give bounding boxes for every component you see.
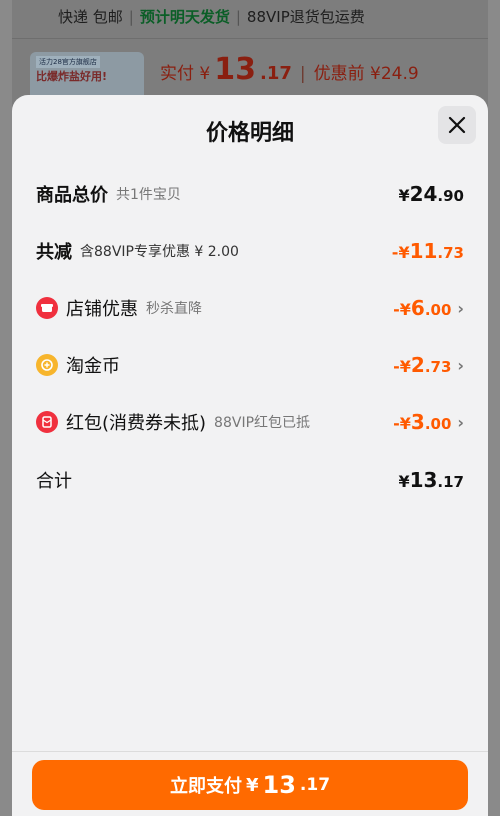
total-int: 24: [409, 182, 438, 206]
coin-icon: [36, 354, 58, 376]
reduce-int: 11: [409, 239, 438, 263]
reduce-label: 共减: [36, 242, 72, 263]
pay-label: 立即支付: [169, 776, 242, 797]
close-button[interactable]: [438, 106, 476, 144]
price-detail-sheet: 价格明细 商品总价 共1件宝贝 ¥24.90 共减 含88VIP专享优惠 ¥ 2…: [12, 95, 488, 816]
sum-int: 13: [409, 468, 438, 492]
pay-cur: ¥: [245, 774, 259, 796]
coin-int: 2: [410, 353, 425, 377]
actual-price-int: 13: [214, 52, 256, 87]
coin-cur: -¥: [393, 357, 411, 376]
sum-cur: ¥: [398, 472, 410, 491]
shipping-delivery: 预计明天发货: [139, 8, 230, 26]
reduce-value: -¥11.73: [392, 239, 464, 263]
background-divider: [12, 38, 488, 39]
total-value: ¥24.90: [398, 182, 464, 206]
bottom-divider: [12, 751, 488, 752]
sum-label: 合计: [36, 471, 72, 492]
red-envelope-sub: 88VIP红包已抵: [214, 415, 311, 431]
row-reduce: 共减 含88VIP专享优惠 ¥ 2.00 -¥11.73: [36, 236, 464, 266]
actual-price-label: 实付 ¥: [160, 64, 211, 84]
chevron-right-icon: ›: [457, 412, 464, 432]
row-total: 商品总价 共1件宝贝 ¥24.90: [36, 179, 464, 209]
row-sum: 合计 ¥13.17: [36, 465, 464, 495]
close-icon: [448, 116, 466, 134]
total-dec: .90: [437, 187, 464, 205]
shop-int: 6: [410, 296, 425, 320]
pay-now-button[interactable]: 立即支付 ¥ 13 .17: [32, 760, 468, 810]
shop-cur: -¥: [393, 300, 411, 319]
shipping-divider-2: |: [235, 7, 241, 26]
redpack-int: 3: [410, 410, 425, 434]
red-envelope-label: 红包(消费券未抵): [66, 413, 207, 434]
before-discount-price: 优惠前 ¥24.9: [313, 64, 419, 84]
total-sub: 共1件宝贝: [116, 187, 181, 203]
row-red-envelope[interactable]: 红包(消费券未抵) 88VIP红包已抵 -¥3.00 ›: [36, 407, 464, 437]
sheet-title: 价格明细: [205, 121, 294, 146]
shop-discount-label: 店铺优惠: [66, 299, 138, 320]
row-coin[interactable]: 淘金币 -¥2.73 ›: [36, 350, 464, 380]
pay-int: 13: [262, 771, 296, 799]
red-envelope-value: -¥3.00 ›: [393, 410, 464, 434]
coin-value: -¥2.73 ›: [393, 353, 464, 377]
reduce-sub: 含88VIP专享优惠 ¥ 2.00: [80, 244, 239, 260]
total-label: 商品总价: [36, 185, 108, 206]
reduce-cur: -¥: [391, 243, 410, 262]
shipping-express: 快递 包邮: [58, 8, 123, 26]
coin-dec: .73: [424, 358, 452, 376]
pay-dec: .17: [299, 775, 331, 795]
chevron-right-icon: ›: [457, 355, 464, 375]
shop-dec: .00: [424, 301, 452, 319]
shop-discount-value: -¥6.00 ›: [393, 296, 464, 320]
coin-label: 淘金币: [66, 356, 120, 377]
total-cur: ¥: [398, 186, 410, 205]
row-shop-discount[interactable]: 店铺优惠 秒杀直降 -¥6.00 ›: [36, 293, 464, 323]
shop-icon: [36, 297, 58, 319]
shop-discount-sub: 秒杀直降: [146, 301, 202, 317]
price-bar: |: [299, 64, 306, 84]
red-envelope-icon: [36, 411, 58, 433]
chevron-right-icon: ›: [457, 298, 464, 318]
reduce-dec: .73: [437, 244, 464, 262]
shipping-info: 快递 包邮 | 预计明天发货 | 88VIP退货包运费: [58, 6, 365, 27]
thumb-shop-name: 活力28官方旗舰店: [36, 56, 100, 68]
sum-dec: .17: [437, 473, 464, 491]
redpack-dec: .00: [424, 415, 452, 433]
background-price: 实付 ¥ 13 .17 | 优惠前 ¥24.9: [160, 52, 419, 87]
shipping-divider: |: [128, 7, 134, 26]
thumb-slogan: 比爆炸盐好用!: [36, 70, 108, 83]
shipping-return: 88VIP退货包运费: [246, 8, 365, 26]
sum-value: ¥13.17: [398, 468, 464, 492]
redpack-cur: -¥: [393, 414, 411, 433]
actual-price-dec: .17: [259, 63, 292, 84]
